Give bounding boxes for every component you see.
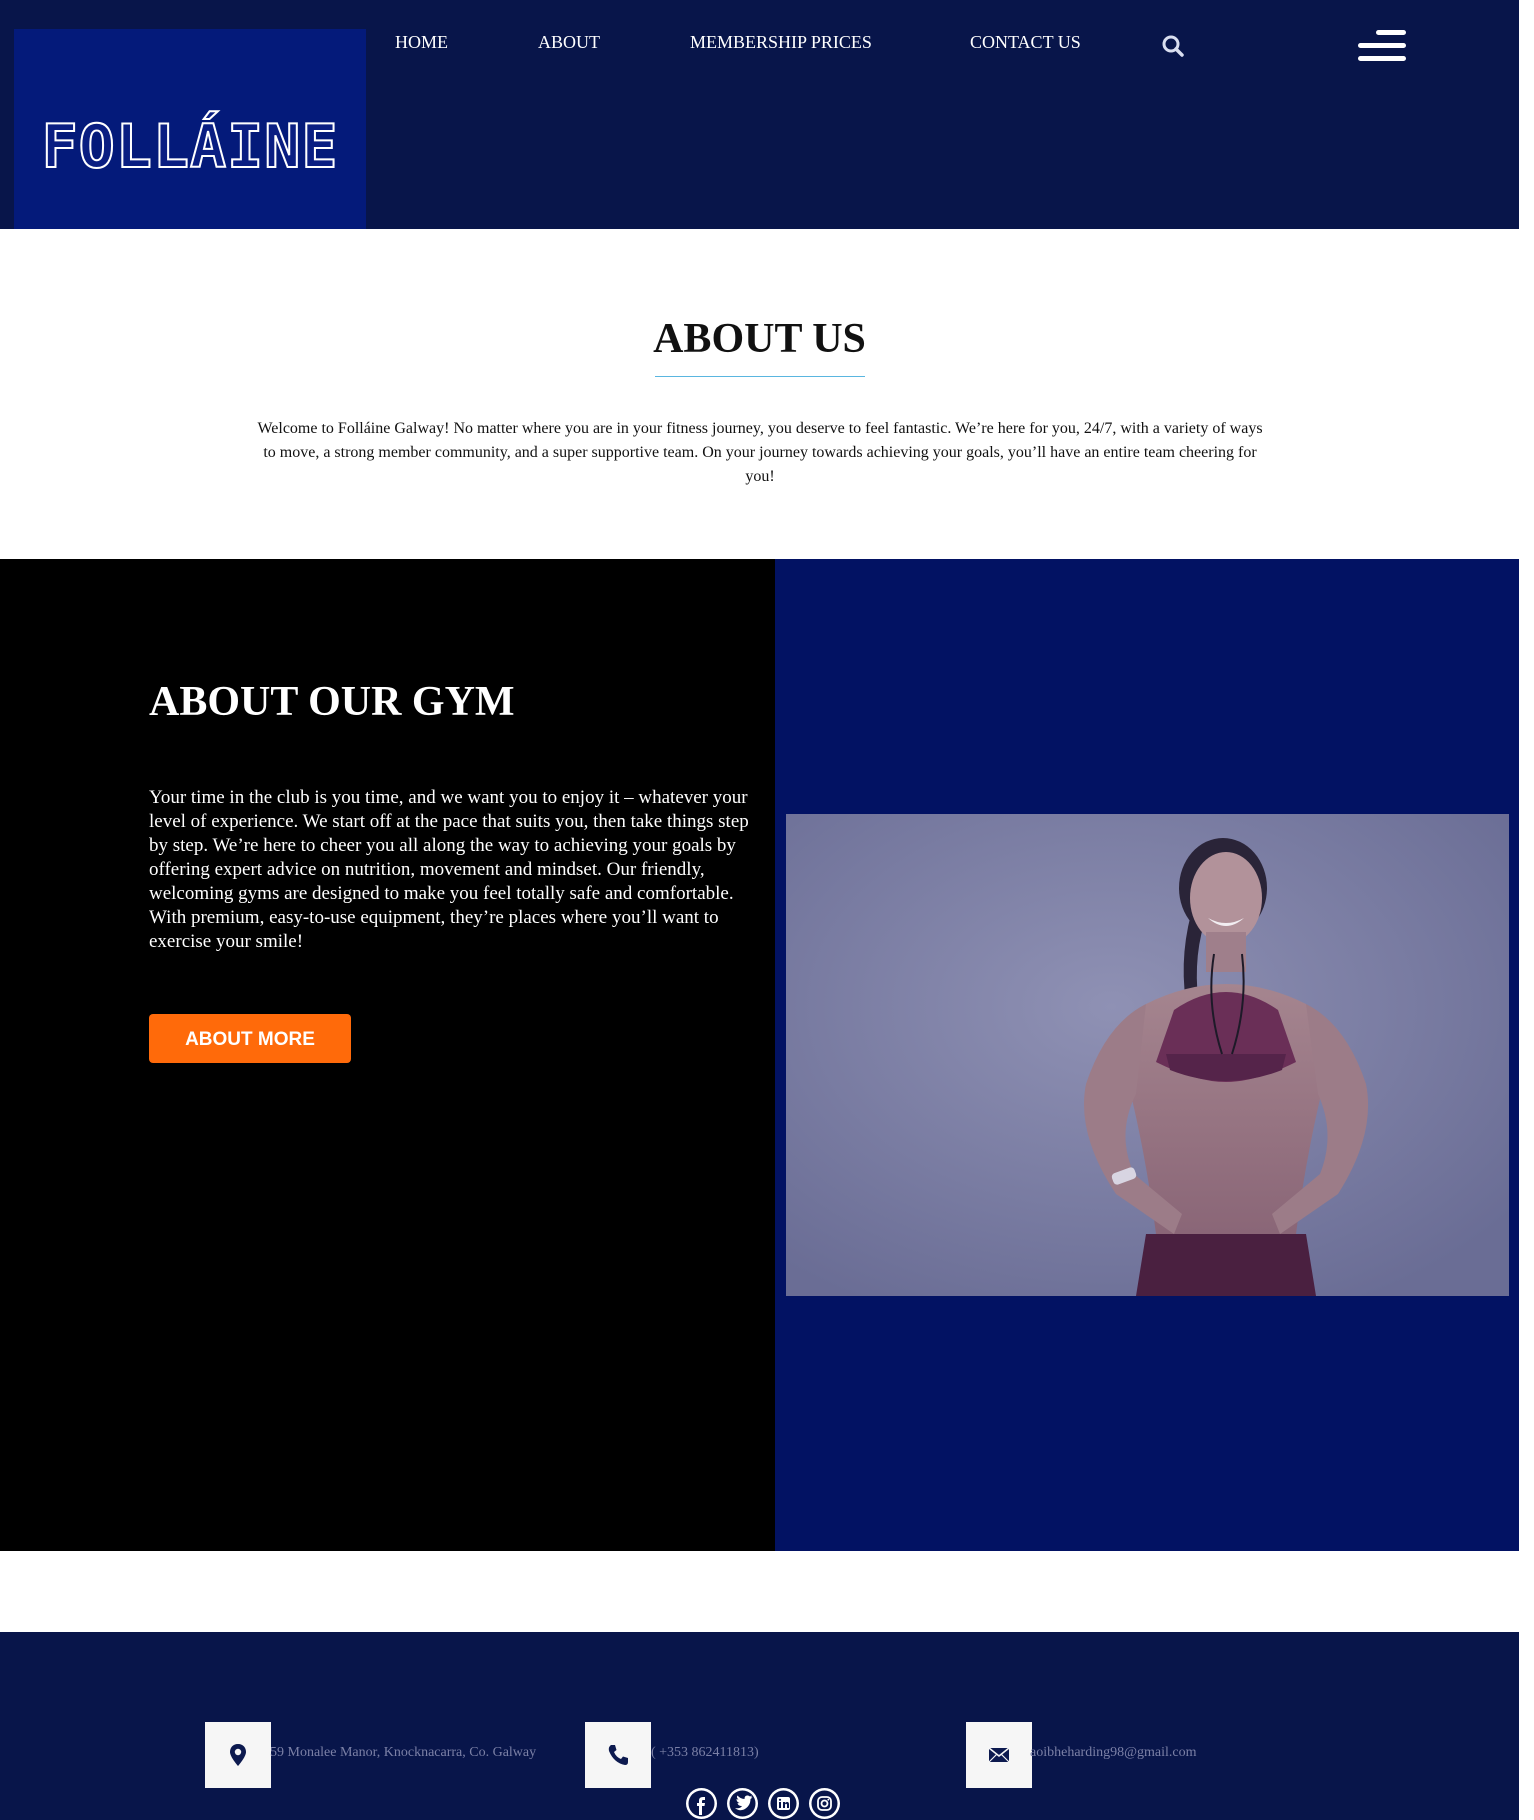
footer-address: 59 Monalee Manor, Knocknacarra, Co. Galw… [270, 1745, 537, 1760]
nav-contact-us[interactable]: CONTACT US [970, 32, 1081, 53]
nav-home[interactable]: HOME [395, 32, 448, 53]
footer-phone[interactable]: ( +353 862411813) [651, 1744, 759, 1762]
page: FOLLÁINE HOME ABOUT MEMBERSHIP PRICES CO… [0, 0, 1519, 1820]
footer-email[interactable]: aoibheharding98@gmail.com [1030, 1744, 1196, 1762]
phone-icon[interactable] [585, 1722, 651, 1788]
facebook-icon[interactable] [686, 1788, 717, 1819]
instagram-icon[interactable] [809, 1788, 840, 1819]
search-icon[interactable] [1161, 34, 1185, 58]
hamburger-menu-icon[interactable] [1358, 30, 1406, 62]
heading-underline [655, 376, 865, 377]
about-gym-heading: ABOUT OUR GYM [149, 679, 515, 725]
about-us-text: Welcome to Folláine Galway! No matter wh… [257, 420, 1263, 485]
linkedin-icon[interactable] [768, 1788, 799, 1819]
about-us-heading: ABOUT US [653, 316, 866, 362]
about-more-button[interactable]: ABOUT MORE [149, 1014, 351, 1063]
logo[interactable]: FOLLÁINE [14, 29, 366, 229]
about-gym-text: Your time in the club is you time, and w… [149, 787, 749, 952]
nav-about[interactable]: ABOUT [538, 32, 600, 53]
logo-text: FOLLÁINE [41, 112, 339, 182]
mail-icon[interactable] [966, 1722, 1032, 1788]
twitter-icon[interactable] [727, 1788, 758, 1819]
location-icon [205, 1722, 271, 1788]
site-header: FOLLÁINE HOME ABOUT MEMBERSHIP PRICES CO… [0, 0, 1519, 229]
woman-in-sports-bra-photo [786, 814, 1509, 1296]
nav-membership-prices[interactable]: MEMBERSHIP PRICES [690, 32, 872, 53]
